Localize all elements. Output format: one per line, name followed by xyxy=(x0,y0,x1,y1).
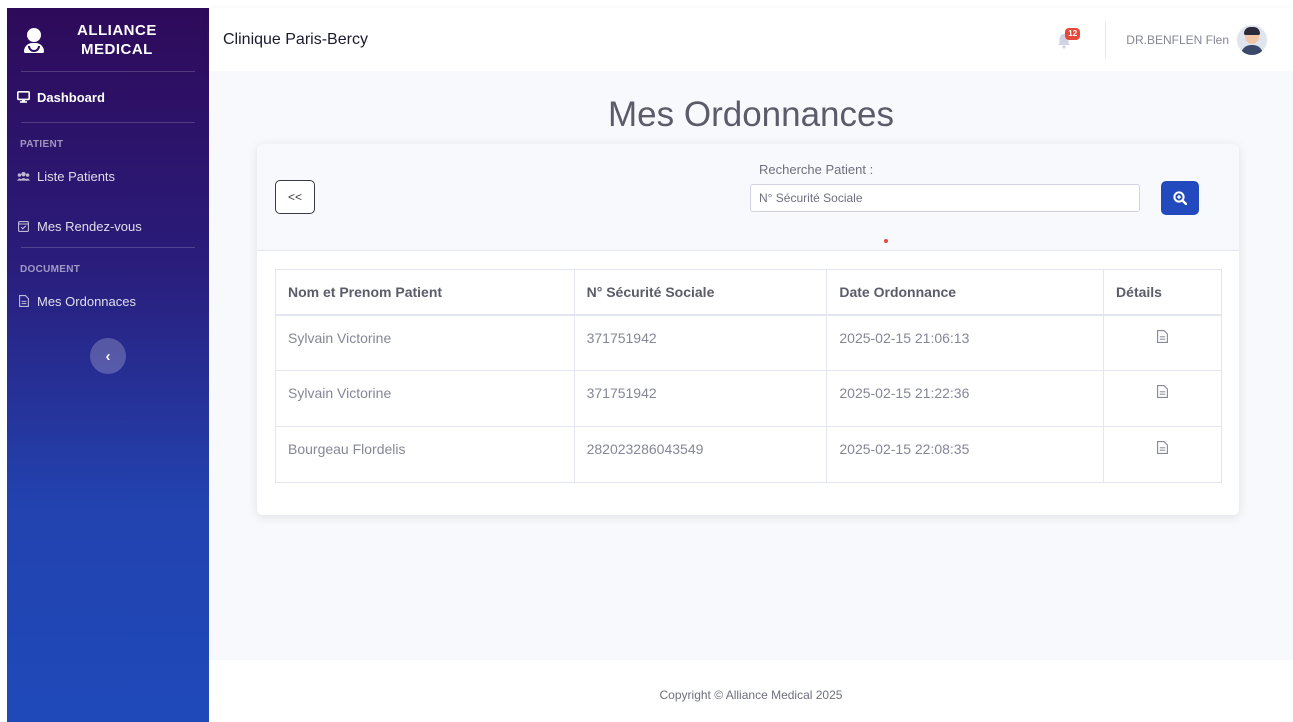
chevron-left-icon: ‹ xyxy=(105,347,111,365)
column-header-name: Nom et Prenom Patient xyxy=(275,269,575,316)
topbar-divider xyxy=(1105,21,1107,58)
column-header-secu: N° Sécurité Sociale xyxy=(573,269,828,316)
sidebar: ALLIANCE MEDICAL Dashboard PATIENT Liste… xyxy=(7,8,209,722)
sidebar-toggle-button[interactable]: ‹ xyxy=(90,338,126,374)
column-header-date: Date Ordonnance xyxy=(826,269,1105,316)
date-cell: 2025-02-15 21:22:36 xyxy=(826,370,1105,427)
column-header-details: Détails xyxy=(1103,269,1222,316)
secu-cell: 371751942 xyxy=(573,314,828,371)
copyright-text: Copyright © Alliance Medical 2025 xyxy=(659,688,843,702)
details-cell xyxy=(1103,370,1222,427)
clinic-name: Clinique Paris-Bercy xyxy=(223,30,368,48)
page-title: Mes Ordonnances xyxy=(608,95,894,134)
sidebar-item-label: Mes Rendez-vous xyxy=(37,218,142,234)
table-row: Sylvain Victorine 371751942 2025-02-15 2… xyxy=(275,370,1222,427)
details-cell xyxy=(1103,426,1222,483)
sidebar-item-ordonnances[interactable]: Mes Ordonnaces xyxy=(7,280,209,322)
search-label: Recherche Patient : xyxy=(759,162,874,177)
ordonnances-table: Nom et Prenom Patient N° Sécurité Social… xyxy=(275,269,1222,483)
table-header-row: Nom et Prenom Patient N° Sécurité Social… xyxy=(275,269,1222,316)
details-cell xyxy=(1103,314,1222,371)
user-name[interactable]: DR.BENFLEN Flen xyxy=(1126,33,1229,47)
footer: Copyright © Alliance Medical 2025 xyxy=(209,660,1293,722)
sidebar-item-label: Liste Patients xyxy=(37,168,116,184)
table-row: Bourgeau Flordelis 282023286043549 2025-… xyxy=(275,426,1222,483)
sidebar-section-heading: PATIENT xyxy=(20,139,64,150)
secu-cell: 282023286043549 xyxy=(573,426,828,483)
date-cell: 2025-02-15 21:06:13 xyxy=(826,314,1105,371)
doctor-icon xyxy=(23,25,47,55)
sidebar-item-label: Mes Ordonnaces xyxy=(37,293,136,309)
secu-cell: 371751942 xyxy=(573,370,828,427)
patient-name-cell: Sylvain Victorine xyxy=(275,370,575,427)
back-button[interactable]: << xyxy=(275,180,315,214)
brand-name: ALLIANCE MEDICAL xyxy=(77,21,157,58)
file-details-icon[interactable] xyxy=(1157,385,1168,401)
status-dot xyxy=(884,239,888,243)
notifications-button[interactable]: 12 xyxy=(1057,27,1081,50)
file-details-icon[interactable] xyxy=(1157,329,1168,346)
calendar-check-icon xyxy=(17,220,30,233)
file-icon xyxy=(17,295,30,308)
brand[interactable]: ALLIANCE MEDICAL xyxy=(7,8,209,71)
card-header: << Recherche Patient : xyxy=(257,144,1239,251)
topbar: Clinique Paris-Bercy 12 DR.BENFLEN Flen xyxy=(209,8,1293,71)
patient-name-cell: Sylvain Victorine xyxy=(275,314,575,371)
users-icon xyxy=(17,170,30,183)
avatar[interactable] xyxy=(1237,24,1267,55)
monitor-icon xyxy=(17,91,30,104)
patient-name-cell: Bourgeau Flordelis xyxy=(275,426,575,483)
search-button[interactable] xyxy=(1161,181,1199,215)
main-content: Mes Ordonnances << Recherche Patient : N… xyxy=(209,71,1293,660)
ordonnances-card: << Recherche Patient : Nom et Prenom Pat… xyxy=(257,144,1239,515)
sidebar-section-heading: DOCUMENT xyxy=(20,264,81,275)
search-plus-icon xyxy=(1173,191,1187,205)
table-row: Sylvain Victorine 371751942 2025-02-15 2… xyxy=(275,314,1222,371)
date-cell: 2025-02-15 22:08:35 xyxy=(826,426,1105,483)
sidebar-item-label: Dashboard xyxy=(37,89,105,105)
file-details-icon[interactable] xyxy=(1157,441,1168,457)
notification-badge: 12 xyxy=(1065,27,1081,40)
search-input[interactable] xyxy=(750,184,1140,212)
sidebar-item-liste-patients[interactable]: Liste Patients xyxy=(7,155,209,197)
sidebar-item-dashboard[interactable]: Dashboard xyxy=(7,72,209,122)
sidebar-item-rendez-vous[interactable]: Mes Rendez-vous xyxy=(7,205,209,247)
